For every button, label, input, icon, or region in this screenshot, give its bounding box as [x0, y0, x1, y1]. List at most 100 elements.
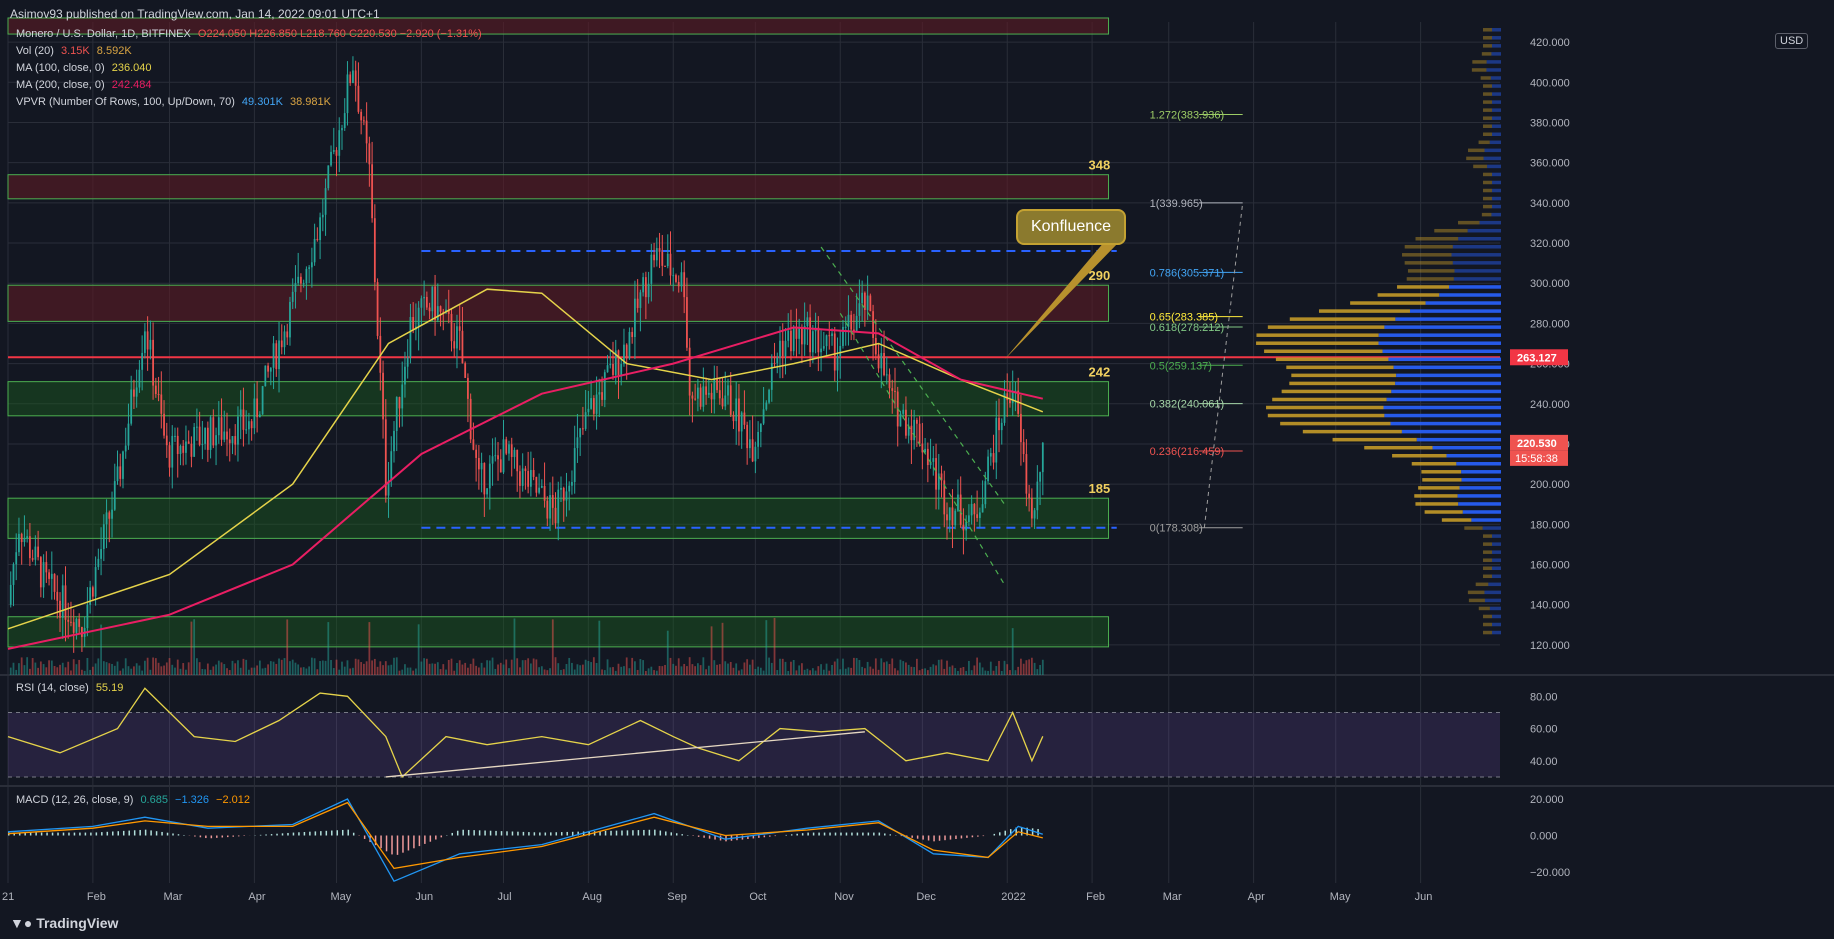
volume-bar [516, 658, 519, 675]
candle-body [9, 584, 12, 605]
candle-body [122, 451, 124, 479]
macd-histogram-bar [40, 832, 43, 836]
candle-body [655, 248, 658, 261]
volume-bar [546, 670, 549, 675]
ma100-label[interactable]: MA (100, close, 0) [16, 62, 105, 74]
currency-button[interactable]: USD [1775, 33, 1809, 49]
volume-bar [42, 664, 45, 675]
macd-histogram-bar [769, 835, 771, 837]
volume-bar [874, 658, 877, 675]
volume-bar [543, 669, 546, 675]
candle-body [579, 428, 582, 438]
vpvr-label[interactable]: VPVR (Number Of Rows, 100, Up/Down, 70) [16, 96, 235, 108]
volume-bar [231, 660, 234, 675]
volume-profile-bar [1388, 357, 1501, 362]
volume-bar [442, 664, 445, 675]
volume-profile-bar [1281, 389, 1392, 394]
volume-bar [75, 664, 78, 675]
volume-bar [31, 658, 34, 675]
volume-bar [688, 657, 691, 675]
candle-body [289, 301, 291, 338]
volume-bar [625, 657, 628, 675]
candle-body [603, 372, 606, 400]
macd-histogram-bar [101, 832, 103, 836]
volume-profile-bar [1267, 413, 1385, 418]
candle-body [477, 457, 480, 470]
candle-body [81, 626, 83, 637]
fib-label: 0.382(240.061) [1150, 399, 1225, 411]
volume-bar [267, 664, 269, 675]
candle-body [475, 449, 478, 458]
macd-histogram-bar [473, 830, 475, 836]
candle-body [705, 386, 707, 395]
volume-bar [762, 670, 765, 675]
candle-body [130, 389, 133, 424]
macd-histogram-bar [210, 835, 213, 839]
volume-bar [606, 659, 609, 675]
candle-body [746, 424, 749, 449]
confluence-annotation[interactable]: Konfluence [1016, 209, 1126, 245]
candle-body [264, 365, 267, 387]
volume-profile-bar [1461, 478, 1501, 482]
candle-body [628, 331, 631, 359]
macd-histogram-bar [95, 832, 98, 836]
volume-bar [217, 660, 220, 675]
candle-body [217, 417, 220, 436]
volume-bar [458, 660, 461, 675]
volume-bar [447, 659, 450, 675]
macd-histogram-bar [911, 835, 913, 838]
macd-histogram-bar [161, 831, 163, 836]
candle-body [119, 466, 122, 479]
volume-profile-bar [1458, 502, 1501, 506]
candle-body [751, 439, 754, 462]
macd-histogram-bar [626, 830, 629, 836]
candle-body [973, 503, 976, 515]
macd-histogram-bar [440, 835, 443, 838]
macd-histogram-bar [697, 835, 700, 837]
macd-histogram-bar [341, 829, 344, 836]
symbol-title[interactable]: Monero / U.S. Dollar, 1D, BITFINEX [16, 28, 191, 40]
y-tick-label: 120.000 [1530, 640, 1570, 652]
candle-body [784, 340, 787, 357]
volume-bar [179, 668, 182, 675]
candle-body [620, 364, 623, 376]
tradingview-logo[interactable]: ▼● TradingView [10, 915, 118, 931]
vol-label[interactable]: Vol (20) [16, 45, 54, 57]
macd-histogram-bar [845, 832, 848, 836]
rsi-label[interactable]: RSI (14, close) [16, 682, 89, 694]
volume-bar [365, 661, 368, 675]
ma200-label[interactable]: MA (200, close, 0) [16, 79, 105, 91]
macd-histogram-bar [604, 830, 607, 836]
macd-histogram-bar [287, 832, 289, 836]
volume-bar [965, 670, 968, 675]
candle-body [499, 459, 502, 473]
price-label-text: 220.530 [1517, 438, 1557, 450]
candle-body [50, 573, 53, 579]
volume-bar [795, 670, 798, 675]
candle-body [363, 120, 365, 122]
volume-bar [226, 668, 228, 675]
x-tick-label: Oct [749, 891, 766, 903]
candle-body [696, 387, 699, 399]
candle-body [37, 546, 40, 558]
volume-bar [363, 663, 365, 675]
volume-bar [264, 667, 267, 675]
volume-profile-bar [1492, 534, 1501, 538]
volume-bar [59, 664, 61, 675]
volume-bar [735, 663, 738, 675]
price-chart-svg[interactable]: 120.000140.000160.000180.000200.000220.0… [0, 0, 1834, 939]
candle-body [297, 276, 300, 284]
volume-bar [820, 664, 822, 675]
volume-bar [554, 657, 557, 675]
volume-bar [146, 657, 149, 675]
volume-profile-bar [1492, 188, 1501, 193]
x-tick-label: Jul [498, 891, 512, 903]
candle-body [393, 430, 395, 452]
candle-body [686, 297, 688, 348]
candle-body [215, 435, 217, 446]
volume-bar [330, 659, 332, 675]
macd-label[interactable]: MACD (12, 26, close, 9) [16, 794, 133, 806]
volume-bar [220, 662, 223, 675]
candle-body [948, 507, 951, 521]
chart-stage[interactable]: 120.000140.000160.000180.000200.000220.0… [0, 0, 1834, 939]
